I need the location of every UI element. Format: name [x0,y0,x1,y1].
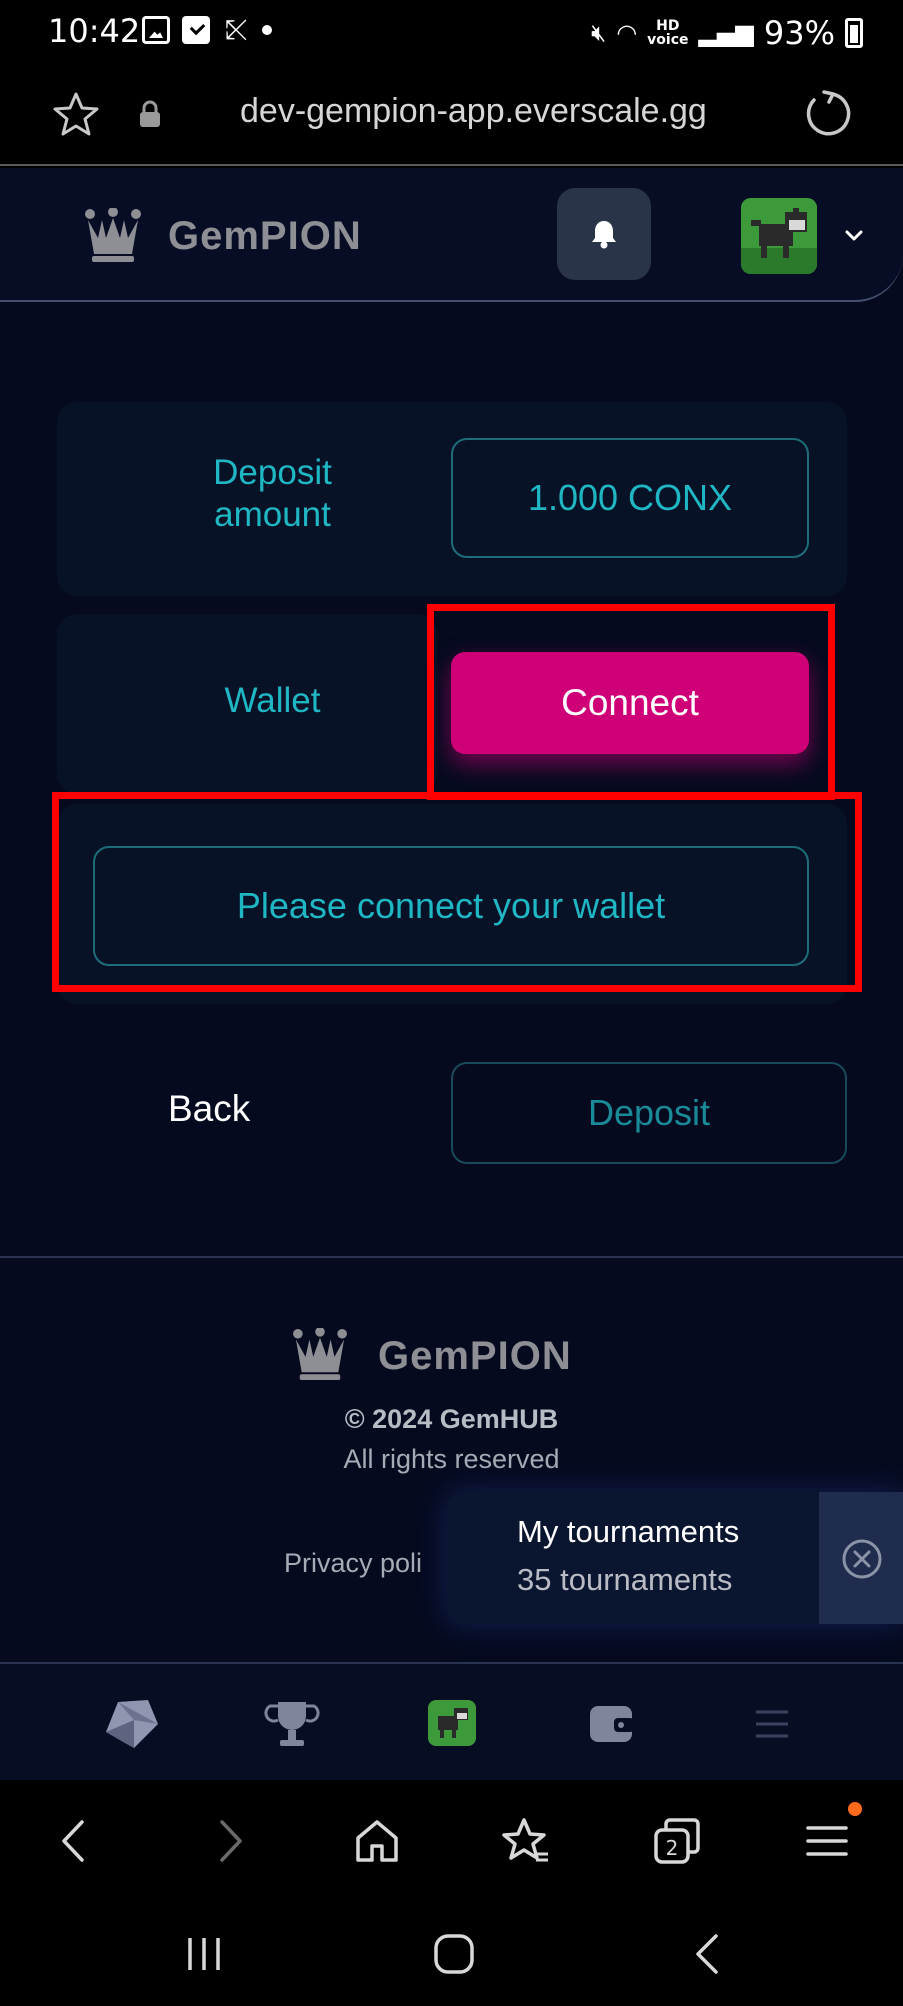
footer-rights: All rights reserved [343,1444,560,1474]
app-content: GemPION Deposit amount 1.000 CONX Wallet… [0,168,903,1780]
menu-icon[interactable] [744,1698,800,1750]
profile-avatar-tab[interactable] [428,1700,476,1746]
footer-brand-text: GemPION [378,1334,572,1378]
browser-menu-icon[interactable] [802,1816,852,1866]
gallery-icon [142,16,170,44]
deposit-button[interactable]: Deposit [451,1062,847,1164]
recent-apps-icon[interactable] [182,1932,226,1976]
annotation-connect-highlight [427,604,835,800]
app-header: GemPION [0,168,903,302]
bookmark-star-icon[interactable] [52,90,100,138]
battery-percent: 93% [763,14,835,52]
dog-avatar-icon [741,198,817,274]
back-arrow-icon[interactable] [50,1816,100,1866]
status-time: 10:42 [48,12,141,50]
wallet-icon[interactable] [584,1698,640,1750]
status-right: 🔇︎ ◠ HD voice ▂▄▆ 93% [591,14,863,52]
trophy-icon[interactable] [264,1698,320,1750]
svg-text:2: 2 [666,1836,679,1860]
missed-call-icon: ⤪ [224,13,248,46]
system-back-icon[interactable] [686,1932,730,1976]
url-text[interactable]: dev-gempion-app.everscale.gg [240,92,707,131]
bookmarks-icon[interactable] [502,1816,552,1866]
tabs-icon[interactable]: 2 [652,1816,702,1866]
notifications-button[interactable] [557,188,651,280]
forward-arrow-icon[interactable] [204,1816,254,1866]
home-icon[interactable] [352,1816,402,1866]
close-icon [842,1539,882,1579]
app-tab-bar [0,1664,903,1780]
wallet-label: Wallet [224,681,321,720]
back-button[interactable]: Back [168,1088,250,1130]
home-button-icon[interactable] [432,1932,476,1976]
footer-crown-logo-icon [293,1328,347,1380]
deposit-amount-input[interactable]: 1.000 CONX [451,438,809,558]
status-bar: 10:42 ⤪ 🔇︎ ◠ HD voice ▂▄▆ 93% [0,0,903,66]
hd-voice-icon: HD voice [647,18,689,48]
browser-url-bar: dev-gempion-app.everscale.gg [0,66,903,166]
browser-toolbar: 2 [0,1780,903,1900]
checkbox-icon [182,16,210,44]
privacy-policy-link[interactable]: Privacy poli [284,1548,422,1579]
brand-logo-text[interactable]: GemPION [168,214,362,259]
dog-avatar-icon [438,1708,468,1738]
status-notification-icons: ⤪ [142,16,272,44]
lock-icon [140,100,160,127]
mute-icon: 🔇︎ [591,19,607,47]
deposit-amount-label: Deposit amount [213,453,332,534]
reload-icon[interactable] [802,88,852,138]
toast-count: 35 tournaments [517,1562,733,1597]
system-nav-bar [0,1900,903,2006]
toast-title: My tournaments [517,1514,740,1549]
footer-divider [0,1256,903,1258]
toast-close-button[interactable] [819,1492,903,1624]
bell-icon [592,221,616,249]
avatar[interactable] [741,198,817,274]
signal-icon: ▂▄▆ [698,19,754,47]
annotation-message-highlight [52,792,862,992]
more-notifications-icon [262,25,272,35]
gem-icon[interactable] [104,1698,160,1750]
wifi-icon: ◠ [616,19,638,47]
menu-notification-dot [848,1802,862,1816]
battery-icon [845,18,863,48]
crown-logo-icon[interactable] [84,208,142,262]
footer-copyright: © 2024 GemHUB [344,1404,559,1434]
tournaments-toast[interactable]: My tournaments 35 tournaments [447,1492,903,1624]
chevron-down-icon[interactable] [844,226,864,246]
